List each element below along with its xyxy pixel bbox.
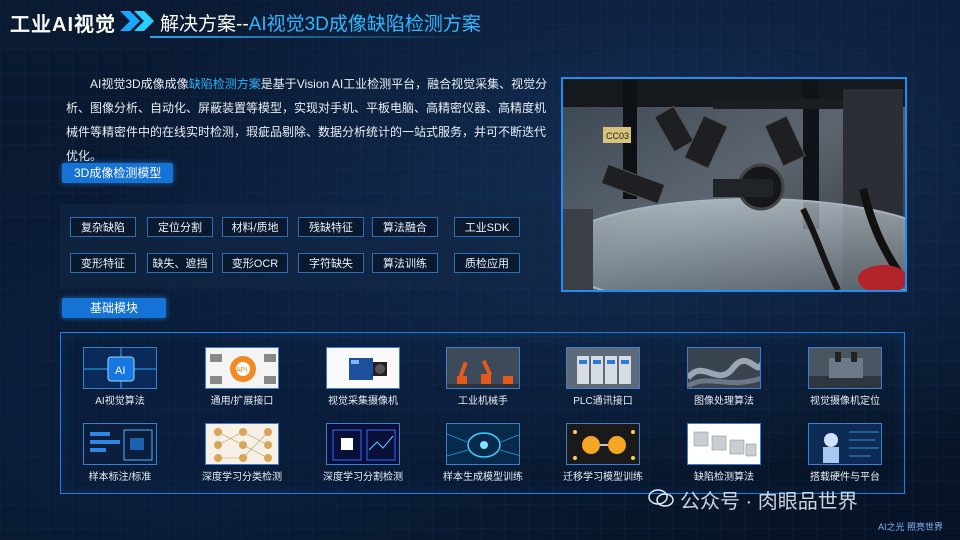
module-annotation[interactable]: 样本标注/标准 <box>70 423 170 483</box>
annotation-icon <box>83 423 157 465</box>
module-api-interface[interactable]: API 通用/扩展接口 <box>192 347 292 407</box>
module-transfer-learning[interactable]: 迁移学习模型训练 <box>553 423 653 483</box>
hardware-platform-icon <box>808 423 882 465</box>
double-chevron-icon <box>120 11 154 31</box>
model-tag[interactable]: 材料/质地 <box>222 217 288 237</box>
brain-circuit-icon <box>446 423 520 465</box>
segmentation-icon <box>326 423 400 465</box>
module-ai-vision-algorithm[interactable]: AI AI视觉算法 <box>70 347 170 407</box>
photo-label: CC03 <box>606 131 629 141</box>
module-label: 视觉采集摄像机 <box>328 396 398 407</box>
module-plc-interface[interactable]: PLC通讯接口 <box>553 347 653 407</box>
header: 工业AI视觉 解决方案--AI视觉3D成像缺陷检测方案 <box>0 0 960 42</box>
base-section-title: 基础模块 <box>62 298 166 318</box>
ai-chip-icon: AI <box>83 347 157 389</box>
model-section-title: 3D成像检测模型 <box>62 163 174 183</box>
image-processing-icon <box>687 347 761 389</box>
module-label: 图像处理算法 <box>694 396 754 407</box>
model-tag[interactable]: 定位分割 <box>147 217 213 237</box>
api-gear-icon: API <box>205 347 279 389</box>
svg-text:API: API <box>236 367 247 374</box>
module-label: 样本生成模型训练 <box>443 472 523 483</box>
module-label: PLC通讯接口 <box>573 396 633 407</box>
page-title: 解决方案--AI视觉3D成像缺陷检测方案 <box>160 9 481 36</box>
module-robot-arm[interactable]: 工业机械手 <box>433 347 533 407</box>
module-camera-positioning[interactable]: 视觉摄像机定位 <box>795 347 895 407</box>
brand-title: 工业AI视觉 <box>10 14 116 36</box>
model-tag[interactable]: 残缺特征 <box>298 217 364 237</box>
module-label: 样本标注/标准 <box>88 472 152 483</box>
module-label: 通用/扩展接口 <box>210 396 274 407</box>
module-label: AI视觉算法 <box>95 396 145 407</box>
intro-paragraph: AI视觉3D成像成像缺陷检测方案是基于Vision AI工业检测平台，融合视觉采… <box>66 72 552 168</box>
module-label: 缺陷检测算法 <box>694 472 754 483</box>
model-tag[interactable]: 缺失、遮挡 <box>147 253 213 273</box>
model-tag[interactable]: 质检应用 <box>454 253 520 273</box>
module-defect-detection[interactable]: 缺陷检测算法 <box>674 423 774 483</box>
module-label: 深度学习分类检测 <box>202 472 282 483</box>
camera-icon <box>326 347 400 389</box>
footer-slogan: AI之光 照亮世界 <box>878 522 944 532</box>
model-tag[interactable]: 复杂缺陷 <box>70 217 136 237</box>
module-dl-classification[interactable]: 深度学习分类检测 <box>192 423 292 483</box>
model-tag[interactable]: 工业SDK <box>454 217 520 237</box>
plc-icon <box>566 347 640 389</box>
watermark-text: 公众号 · 肉眼品世界 <box>680 491 858 513</box>
neural-network-icon <box>205 423 279 465</box>
module-label: 工业机械手 <box>458 396 508 407</box>
module-label: 视觉摄像机定位 <box>810 396 880 407</box>
camera-positioning-icon <box>808 347 882 389</box>
intro-highlight: 缺陷检测方案 <box>188 77 261 91</box>
wechat-icon <box>648 489 674 507</box>
intro-part1: AI视觉3D成像成像 <box>90 77 189 91</box>
module-dl-segmentation[interactable]: 深度学习分割检测 <box>313 423 413 483</box>
model-tag[interactable]: 变形OCR <box>222 253 288 273</box>
robot-arm-icon <box>446 347 520 389</box>
header-underline <box>150 36 470 38</box>
model-tag[interactable]: 算法训练 <box>372 253 438 273</box>
inspection-rig-illustration: CC03 <box>563 79 905 290</box>
transfer-learning-icon <box>566 423 640 465</box>
module-label: 深度学习分割检测 <box>323 472 403 483</box>
defect-detection-icon <box>687 423 761 465</box>
page-title-accent: AI视觉3D成像缺陷检测方案 <box>248 14 481 35</box>
model-tag[interactable]: 变形特征 <box>70 253 136 273</box>
module-image-processing[interactable]: 图像处理算法 <box>674 347 774 407</box>
model-tag[interactable]: 算法融合 <box>372 217 438 237</box>
module-sample-generation[interactable]: 样本生成模型训练 <box>433 423 533 483</box>
module-camera[interactable]: 视觉采集摄像机 <box>313 347 413 407</box>
page-title-prefix: 解决方案-- <box>160 14 249 35</box>
inspection-rig-photo: CC03 <box>561 77 907 292</box>
module-label: 搭载硬件与平台 <box>810 472 880 483</box>
model-tag[interactable]: 字符缺失 <box>298 253 364 273</box>
module-hardware-platform[interactable]: 搭载硬件与平台 <box>795 423 895 483</box>
svg-text:AI: AI <box>115 365 125 377</box>
module-label: 迁移学习模型训练 <box>563 472 643 483</box>
